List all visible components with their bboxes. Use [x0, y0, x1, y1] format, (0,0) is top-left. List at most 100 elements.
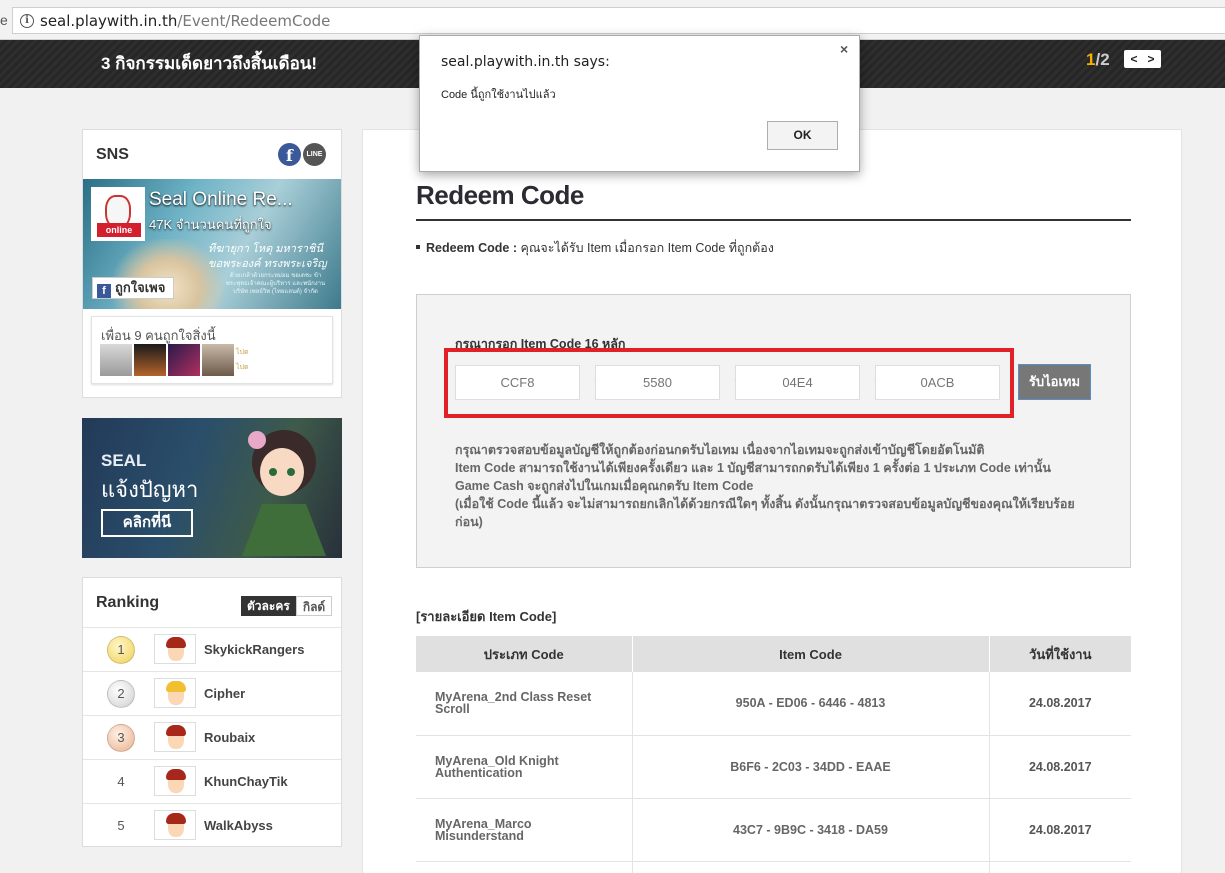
url-path: /Event/RedeemCode [177, 12, 331, 30]
tab-edge-text: e [0, 12, 8, 28]
cell-type: MyArena_2nd Class Reset Scroll [416, 672, 633, 736]
like-page-button[interactable]: f ถูกใจเพจ [92, 277, 175, 299]
cell-date: 24.08.2017 [989, 735, 1131, 799]
cover-small-text: ด้วยเกล้าด้วยกระหม่อม ขอเดชะ ข้าพระพุทธเ… [225, 273, 326, 295]
cell-code: 950A - ED06 - 6446 - 4813 [632, 672, 990, 736]
cell-type: MyArena_Marco Misunderstand [416, 798, 633, 862]
table-row [416, 861, 1131, 873]
sns-heading: SNS [96, 146, 129, 163]
rank-number: 4 [117, 774, 125, 789]
like-page-label: ถูกใจเพจ [115, 280, 166, 295]
rank-medal-icon: 3 [107, 724, 135, 752]
ranking-heading: Ranking [96, 594, 160, 611]
character-illustration [242, 430, 326, 556]
banner-title[interactable]: 3 กิจกรรมเด็ดยาวถึงสิ้นเดือน! [101, 50, 317, 77]
character-avatar [154, 678, 196, 708]
title-divider [416, 219, 1131, 221]
cell-type-line: Authentication [435, 765, 523, 780]
character-avatar [154, 722, 196, 752]
col-header-code: Item Code [632, 636, 990, 672]
dialog-title: seal.playwith.in.th says: [441, 54, 610, 70]
character-avatar [154, 766, 196, 796]
ranking-row[interactable]: 3 Roubaix [83, 715, 341, 759]
table-row: MyArena_2nd Class Reset Scroll 950A - ED0… [416, 672, 1131, 736]
report-problem-banner[interactable]: SEAL แจ้งปัญหา คลิกที่นี [82, 418, 342, 558]
click-here-button[interactable]: คลิกที่นี [101, 509, 193, 537]
page-name[interactable]: Seal Online Re... [149, 189, 293, 211]
main-content: Redeem Code Redeem Code : คุณจะได้รับ It… [362, 129, 1182, 873]
avatar-logo-text: online [97, 223, 141, 237]
ranking-row[interactable]: 2 Cipher [83, 671, 341, 715]
tab-character[interactable]: ตัวละคร [241, 596, 296, 616]
promo-brand: SEAL [101, 451, 147, 470]
page-likes: 47K จำนวนคนที่ถูกใจ [149, 217, 272, 232]
intro-text: Redeem Code : คุณจะได้รับ Item เมื่อกรอก… [416, 238, 774, 258]
rank-medal-icon: 2 [107, 680, 135, 708]
item-code-table: ประเภท Code Item Code วันที่ใช้งาน MyAre… [416, 636, 1131, 873]
character-name: Cipher [204, 686, 246, 701]
cell-empty [632, 861, 990, 873]
redeem-form: กรุณากรอก Item Code 16 หลัก - - - รับไอเ… [416, 294, 1131, 568]
rank-medal-icon: 1 [107, 636, 135, 664]
character-name: SkykickRangers [204, 642, 305, 657]
cell-code: B6F6 - 2C03 - 34DD - EAAE [632, 735, 990, 799]
line-icon[interactable]: LINE [303, 143, 326, 166]
ranking-row[interactable]: 4 KhunChayTik [83, 759, 341, 803]
friend-avatar[interactable] [168, 344, 200, 376]
ranking-row[interactable]: 1 SkykickRangers [83, 627, 341, 671]
friend-avatar[interactable] [202, 344, 234, 376]
avatar-hair [166, 681, 186, 692]
table-row: MyArena_Marco Misunderstand 43C7 - 9B9C -… [416, 798, 1131, 862]
friend-avatar[interactable] [134, 344, 166, 376]
friends-like-box: เพื่อน 9 คนถูกใจสิ่งนี้ ไปต ไปต [91, 316, 333, 384]
friend-avatar[interactable] [100, 344, 132, 376]
friends-more-link[interactable]: ไปต [236, 347, 249, 358]
browser-address-bar: e i seal.playwith.in.th/Event/RedeemCode [0, 0, 1225, 40]
note-line: ก่อน) [455, 515, 483, 529]
avatar-hair [166, 637, 186, 648]
avatar-hair [166, 725, 186, 736]
cell-type: MyArena_Old Knight Authentication [416, 735, 633, 799]
facebook-small-icon: f [97, 284, 111, 298]
friends-like-text: เพื่อน 9 คนถูกใจสิ่งนี้ [101, 328, 216, 343]
table-row: MyArena_Old Knight Authentication B6F6 - … [416, 735, 1131, 799]
tab-guild[interactable]: กิลด์ [295, 596, 333, 616]
ok-button[interactable]: OK [767, 121, 838, 150]
note-line: Item Code สามารถใช้งานได้เพียงครั้งเดียว… [455, 461, 1051, 475]
bullet-icon [416, 245, 420, 249]
page-avatar[interactable]: online [91, 187, 145, 241]
ranking-row[interactable]: 5 WalkAbyss [83, 803, 341, 847]
character-name: Roubaix [204, 730, 256, 745]
cell-empty [416, 861, 633, 873]
alert-dialog: × seal.playwith.in.th says: Code นี้ถูกใ… [419, 35, 860, 172]
banner-next-button[interactable]: > [1141, 50, 1161, 68]
promo-title: แจ้งปัญหา [101, 477, 199, 502]
info-icon[interactable]: i [20, 14, 34, 28]
page-title: Redeem Code [416, 180, 584, 210]
friends-more-link[interactable]: ไปต [236, 362, 249, 373]
note-line: Game Cash จะถูกส่งไปในเกมเมื่อคุณกดรับ I… [455, 479, 754, 493]
url-field[interactable]: i seal.playwith.in.th/Event/RedeemCode [12, 7, 1225, 34]
ranking-tabs: ตัวละคร กิลด์ [241, 596, 333, 616]
red-highlight-box [444, 348, 1014, 418]
facebook-page-plugin[interactable]: online Seal Online Re... 47K จำนวนคนที่ถ… [83, 179, 341, 309]
cover-text-line2: ขอพระองค์ ทรงพระเจริญ [208, 258, 327, 270]
cell-empty [989, 861, 1131, 873]
cell-date: 24.08.2017 [989, 798, 1131, 862]
receive-item-button[interactable]: รับไอเทม [1018, 364, 1091, 400]
character-name: KhunChayTik [204, 774, 288, 789]
cell-type-line: Misunderstand [435, 828, 524, 843]
detail-heading: [รายละเอียด Item Code] [416, 609, 557, 624]
cell-code: 43C7 - 9B9C - 3418 - DA59 [632, 798, 990, 862]
close-icon[interactable]: × [840, 41, 848, 57]
facebook-icon[interactable]: f [278, 143, 301, 166]
intro-label: Redeem Code : [426, 241, 517, 255]
cell-type-line: Scroll [435, 702, 470, 717]
col-header-date: วันที่ใช้งาน [989, 636, 1131, 672]
url-host: seal.playwith.in.th [40, 12, 178, 30]
avatar-hair [166, 769, 186, 780]
intro-description: คุณจะได้รับ Item เมื่อกรอก Item Code ที่… [517, 241, 774, 255]
col-header-type: ประเภท Code [416, 636, 633, 672]
banner-pager: 1/2 [1086, 50, 1110, 70]
url-text[interactable]: seal.playwith.in.th/Event/RedeemCode [40, 12, 330, 30]
